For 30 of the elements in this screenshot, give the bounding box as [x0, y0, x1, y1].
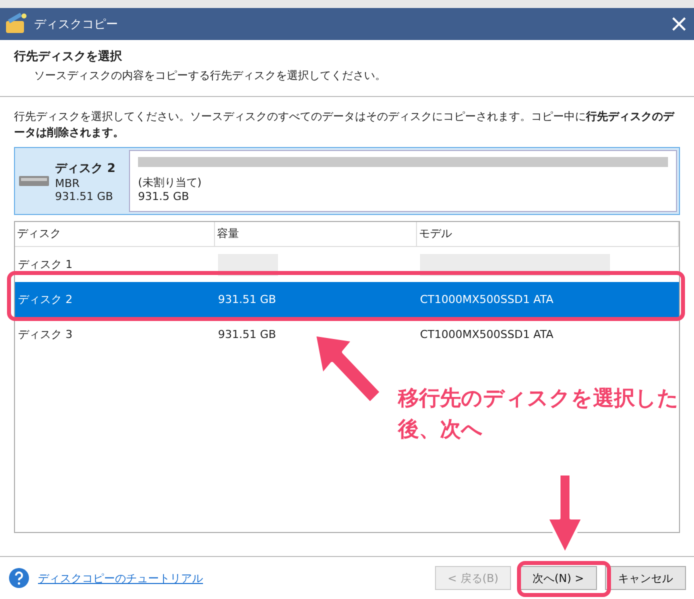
page-subtitle: ソースディスクの内容をコピーする行先ディスクを選択してください。: [33, 68, 387, 83]
table-row[interactable]: ディスク 3 931.51 GB CT1000MX500SSD1 ATA: [15, 317, 679, 352]
table-cell: 931.51 GB: [218, 293, 276, 306]
partition-scheme: MBR: [55, 176, 81, 190]
annotation-caption: 移行先のディスクを選択した後、次へ: [398, 385, 680, 443]
disk-name: ディスク 2: [55, 160, 116, 176]
cancel-button[interactable]: キャンセル: [605, 566, 686, 590]
column-header[interactable]: ディスク: [15, 222, 215, 246]
column-header[interactable]: 容量: [215, 222, 417, 246]
tutorial-link[interactable]: ディスクコピーのチュートリアル: [38, 570, 203, 586]
help-icon[interactable]: [8, 567, 30, 589]
page-title: 行先ディスクを選択: [14, 48, 123, 65]
instruction-text: 行先ディスクを選択してください。ソースディスクのすべてのデータはそのディスクにコピーされます。コピー中に行先ディスクのデータは削除されます。: [14, 109, 676, 141]
partition-label: (未割り当て): [138, 175, 203, 190]
table-cell: 931.51 GB: [218, 328, 276, 341]
window-title: ディスクコピー: [34, 16, 119, 32]
table-row[interactable]: ディスク 1: [15, 247, 679, 282]
next-button[interactable]: 次へ(N) >: [519, 566, 597, 590]
table-cell: ディスク 3: [18, 327, 72, 342]
table-cell: ディスク 1: [18, 257, 72, 272]
disk-card[interactable]: ディスク 2 MBR 931.51 GB (未割り当て) 931.5 GB: [14, 147, 680, 215]
table-cell: CT1000MX500SSD1 ATA: [420, 328, 554, 341]
disk-size: 931.51 GB: [55, 190, 114, 202]
drive-icon: [19, 175, 49, 187]
table-cell: ディスク 2: [18, 292, 72, 307]
column-header[interactable]: モデル: [417, 222, 679, 246]
close-icon[interactable]: [672, 17, 686, 31]
table-cell: CT1000MX500SSD1 ATA: [420, 293, 554, 306]
table-row[interactable]: ディスク 2 931.51 GB CT1000MX500SSD1 ATA: [15, 282, 679, 317]
partition-size: 931.5 GB: [138, 190, 190, 203]
